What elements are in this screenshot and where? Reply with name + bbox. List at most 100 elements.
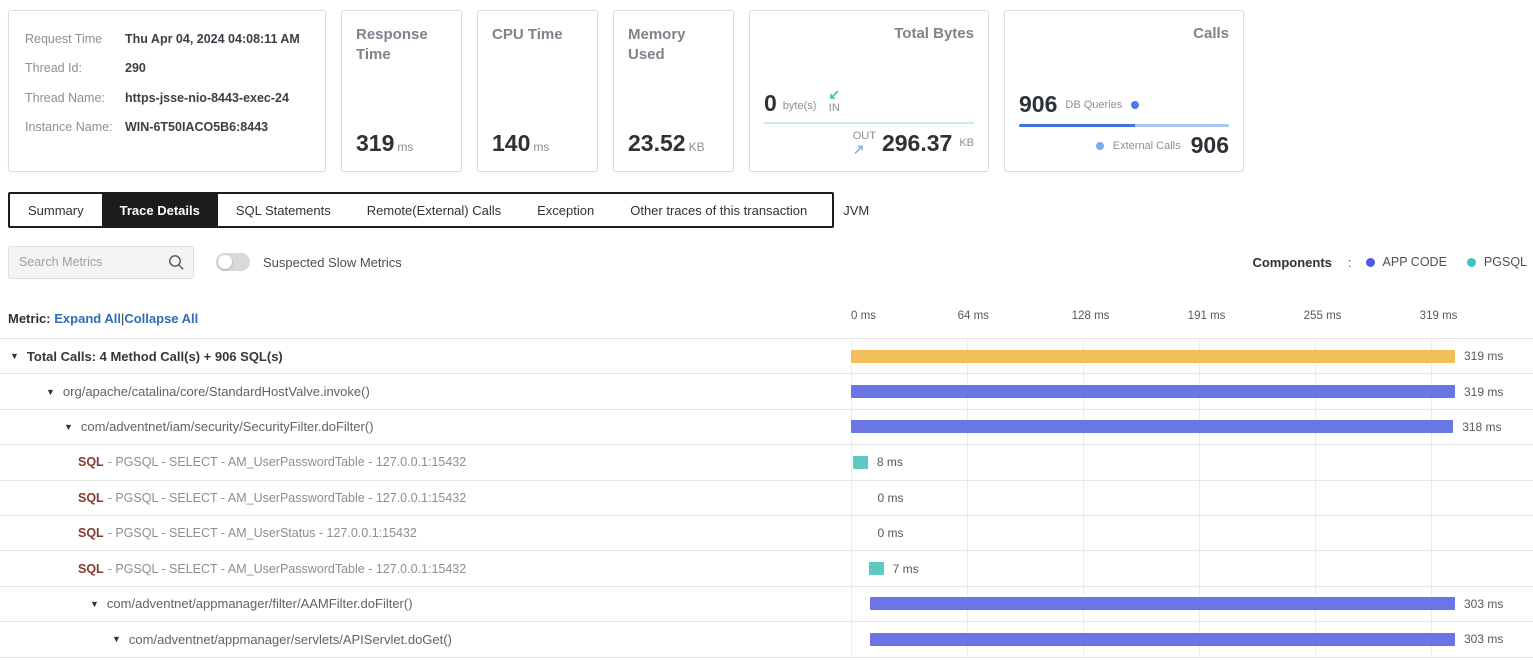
components-colon: : [1348, 255, 1352, 270]
duration-label: 303 ms [1464, 597, 1503, 611]
expander-icon[interactable] [46, 387, 55, 397]
expander-icon[interactable] [10, 351, 19, 361]
trace-table: Total Calls: 4 Method Call(s) + 906 SQL(… [0, 338, 1533, 658]
tab-summary[interactable]: Summary [10, 194, 102, 226]
trace-row-apiservlet[interactable]: com/adventnet/appmanager/servlets/APISer… [0, 622, 1533, 657]
trace-row-sql-2[interactable]: SQL - PGSQL - SELECT - AM_UserPasswordTa… [0, 481, 1533, 516]
expander-icon[interactable] [64, 422, 73, 432]
axis-tick-255ms: 255 ms [1304, 310, 1342, 322]
duration-bar [851, 350, 1455, 363]
request-info-card: Request Time Thu Apr 04, 2024 04:08:11 A… [8, 10, 326, 172]
time-axis: 0 ms 64 ms 128 ms 191 ms 255 ms 319 ms [851, 310, 1455, 326]
thread-id-value: 290 [125, 60, 146, 76]
bytes-in-indicator: ↙ IN [828, 87, 840, 114]
duration-bar [851, 385, 1455, 398]
cpu-time-title: CPU Time [492, 25, 583, 45]
duration-label: 7 ms [893, 562, 919, 576]
trace-row-securityfilter[interactable]: com/adventnet/iam/security/SecurityFilte… [0, 410, 1533, 445]
expander-icon[interactable] [90, 599, 99, 609]
trace-row-label: org/apache/catalina/core/StandardHostVal… [63, 384, 370, 399]
duration-label: 319 ms [1464, 385, 1503, 399]
bytes-out-indicator: OUT ↗ [853, 130, 876, 157]
summary-cards: Request Time Thu Apr 04, 2024 04:08:11 A… [0, 0, 1533, 172]
trace-row-total-calls[interactable]: Total Calls: 4 Method Call(s) + 906 SQL(… [0, 339, 1533, 374]
bytes-out-row: OUT ↗ 296.37 KB [764, 130, 974, 157]
duration-bar [853, 456, 868, 469]
app-code-label: APP CODE [1383, 255, 1447, 269]
bytes-in-row: 0 byte(s) ↙ IN [764, 87, 974, 114]
expand-all-link[interactable]: Expand All [54, 311, 121, 326]
bytes-in-unit: byte(s) [783, 100, 817, 112]
trace-row-sql-3[interactable]: SQL - PGSQL - SELECT - AM_UserStatus - 1… [0, 516, 1533, 551]
response-time-card: Response Time 319ms [341, 10, 462, 172]
calls-title: Calls [1019, 25, 1229, 42]
total-bytes-title: Total Bytes [764, 25, 974, 42]
arrow-in-icon: ↙ [828, 87, 840, 102]
pgsql-dot-icon [1467, 258, 1476, 267]
collapse-all-link[interactable]: Collapse All [124, 311, 198, 326]
external-calls-row: External Calls 906 [1019, 134, 1229, 157]
pgsql-label: PGSQL [1484, 255, 1527, 269]
trace-row-sql-4[interactable]: SQL - PGSQL - SELECT - AM_UserPasswordTa… [0, 551, 1533, 586]
search-metrics-input[interactable] [9, 247, 159, 278]
response-time-title: Response Time [356, 25, 447, 66]
search-icon[interactable] [168, 254, 185, 271]
db-queries-row: 906 DB Queries [1019, 93, 1229, 116]
duration-label: 8 ms [877, 455, 903, 469]
tab-other-traces[interactable]: Other traces of this transaction [612, 194, 825, 226]
sql-prefix: SQL [78, 562, 104, 576]
trace-row-aamfilter[interactable]: com/adventnet/appmanager/filter/AAMFilte… [0, 587, 1533, 622]
external-calls-dot-icon [1096, 142, 1104, 150]
arrow-out-icon: ↗ [853, 142, 865, 157]
memory-used-card: Memory Used 23.52KB [613, 10, 734, 172]
search-metrics-box [8, 246, 194, 279]
external-calls-label: External Calls [1113, 140, 1181, 152]
duration-label: 0 ms [878, 526, 904, 540]
db-queries-dot-icon [1131, 101, 1139, 109]
calls-divider-db-segment [1019, 124, 1135, 127]
axis-tick-319ms: 319 ms [1420, 310, 1458, 322]
total-bytes-card: Total Bytes 0 byte(s) ↙ IN OUT ↗ 296.37 … [749, 10, 989, 172]
request-time-row: Request Time Thu Apr 04, 2024 04:08:11 A… [25, 31, 309, 47]
tab-exception[interactable]: Exception [519, 194, 612, 226]
external-calls-value: 906 [1191, 134, 1229, 157]
trace-row-sql-1[interactable]: SQL - PGSQL - SELECT - AM_UserPasswordTa… [0, 445, 1533, 480]
calls-card: Calls 906 DB Queries External Calls 906 [1004, 10, 1244, 172]
request-time-value: Thu Apr 04, 2024 04:08:11 AM [125, 31, 300, 47]
bytes-in-label: IN [829, 102, 840, 114]
tab-remote-external-calls[interactable]: Remote(External) Calls [349, 194, 519, 226]
bytes-out-value: 296.37 [882, 132, 952, 155]
trace-row-standardhostvalve[interactable]: org/apache/catalina/core/StandardHostVal… [0, 374, 1533, 409]
suspected-slow-metrics-toggle[interactable] [216, 253, 250, 271]
trace-row-label: - PGSQL - SELECT - AM_UserPasswordTable … [108, 455, 467, 469]
tab-jvm[interactable]: JVM [825, 194, 887, 226]
thread-id-label: Thread Id: [25, 60, 125, 76]
duration-bar [870, 633, 1455, 646]
tab-trace-details[interactable]: Trace Details [102, 194, 218, 226]
sql-prefix: SQL [78, 526, 104, 540]
trace-row-label: - PGSQL - SELECT - AM_UserPasswordTable … [108, 562, 467, 576]
instance-name-value: WIN-6T50IACO5B6:8443 [125, 119, 268, 135]
axis-tick-191ms: 191 ms [1188, 310, 1226, 322]
request-time-label: Request Time [25, 31, 125, 47]
tab-sql-statements[interactable]: SQL Statements [218, 194, 349, 226]
cpu-time-card: CPU Time 140ms [477, 10, 598, 172]
trace-row-label: com/adventnet/iam/security/SecurityFilte… [81, 419, 374, 434]
toggle-knob [218, 255, 232, 269]
duration-label: 0 ms [878, 491, 904, 505]
thread-name-row: Thread Name: https-jsse-nio-8443-exec-24 [25, 90, 309, 106]
calls-divider-ext-segment [1135, 124, 1230, 127]
bytes-out-label: OUT [853, 130, 876, 142]
expander-icon[interactable] [112, 634, 121, 644]
duration-label: 319 ms [1464, 349, 1503, 363]
trace-row-label: - PGSQL - SELECT - AM_UserPasswordTable … [108, 491, 467, 505]
duration-bar [851, 420, 1453, 433]
trace-row-label: com/adventnet/appmanager/filter/AAMFilte… [107, 596, 413, 611]
duration-bar [869, 562, 884, 575]
trace-row-label: - PGSQL - SELECT - AM_UserStatus - 127.0… [108, 526, 417, 540]
thread-name-value: https-jsse-nio-8443-exec-24 [125, 90, 289, 106]
instance-name-row: Instance Name: WIN-6T50IACO5B6:8443 [25, 119, 309, 135]
instance-name-label: Instance Name: [25, 119, 125, 135]
sql-prefix: SQL [78, 491, 104, 505]
response-time-value: 319ms [356, 130, 447, 157]
